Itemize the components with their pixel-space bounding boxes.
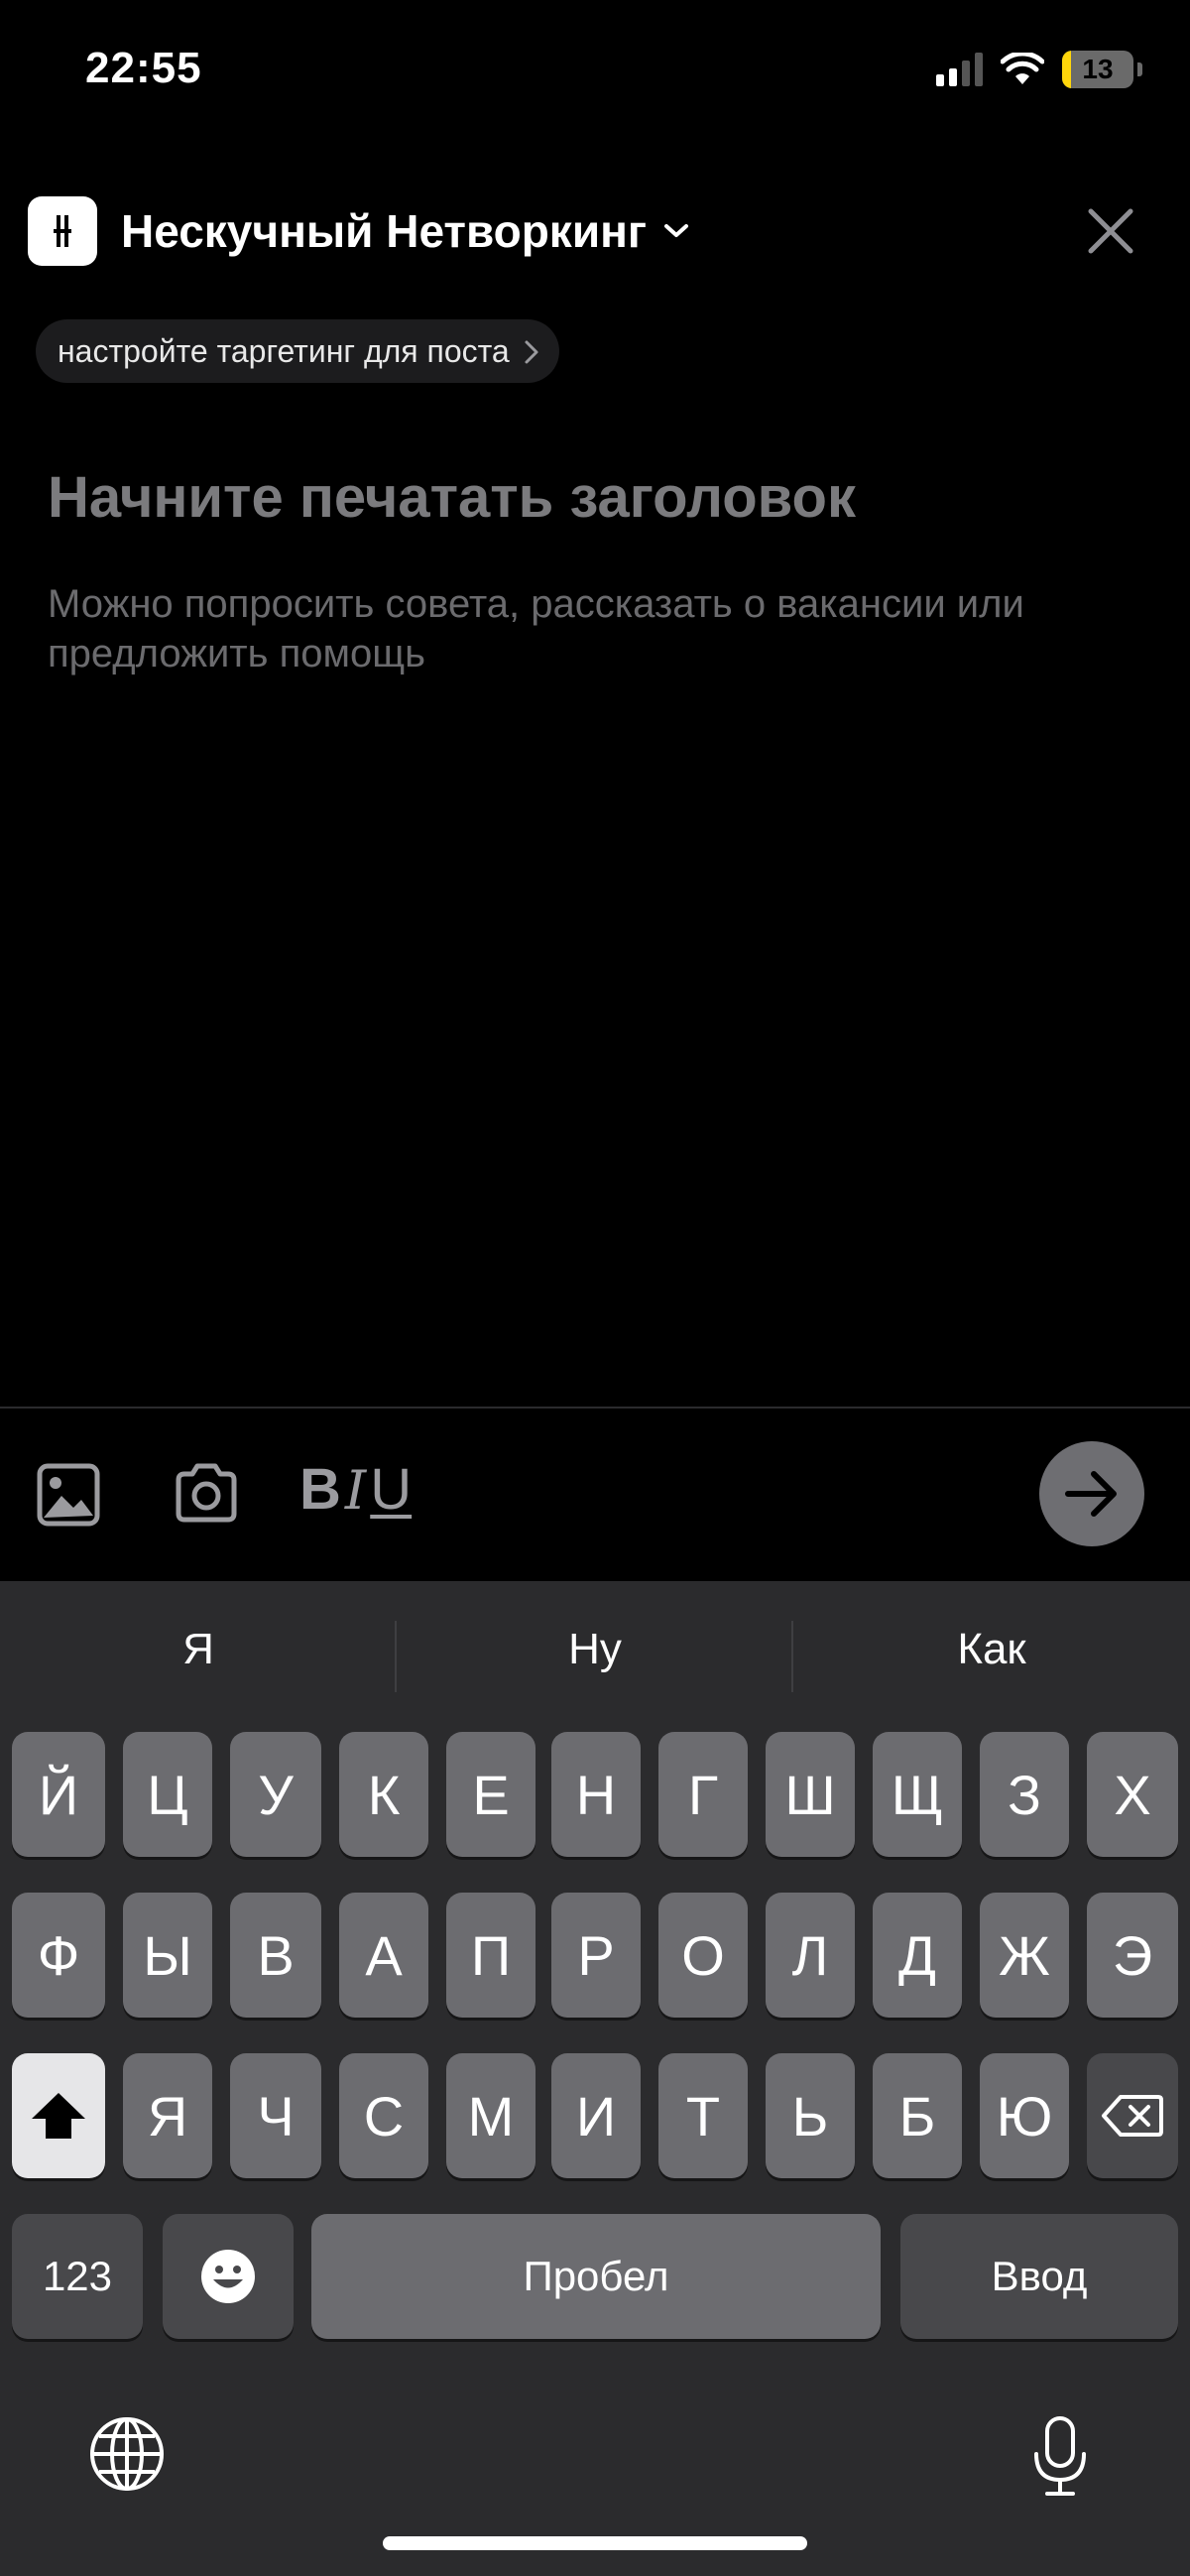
- suggestion-2[interactable]: Ну: [397, 1625, 793, 1674]
- key[interactable]: О: [658, 1893, 748, 2018]
- key[interactable]: Б: [873, 2053, 962, 2178]
- key[interactable]: Ы: [123, 1893, 212, 2018]
- community-logo[interactable]: [28, 196, 97, 266]
- suggestion-1[interactable]: Я: [0, 1625, 397, 1674]
- key[interactable]: Й: [12, 1732, 105, 1857]
- battery-tip: [1137, 62, 1142, 76]
- shift-key[interactable]: [12, 2053, 105, 2178]
- key[interactable]: З: [980, 1732, 1069, 1857]
- keyboard: Я Ну Как Й Ц У К Е Н Г Ш Щ З Х Ф Ы В А П…: [0, 1581, 1190, 2576]
- key[interactable]: Х: [1087, 1732, 1178, 1857]
- home-indicator[interactable]: [383, 2536, 807, 2550]
- image-icon[interactable]: [36, 1462, 101, 1528]
- send-button[interactable]: [1039, 1441, 1144, 1546]
- italic-button[interactable]: I: [345, 1459, 366, 1522]
- key[interactable]: Ф: [12, 1893, 105, 2018]
- key[interactable]: Ь: [766, 2053, 855, 2178]
- shift-icon: [32, 2093, 85, 2139]
- battery-icon: 13: [1062, 51, 1133, 88]
- key[interactable]: Э: [1087, 1893, 1178, 2018]
- backspace-icon: [1102, 2095, 1163, 2137]
- bold-button[interactable]: B: [299, 1456, 341, 1523]
- battery-percentage: 13: [1082, 54, 1114, 84]
- key[interactable]: И: [551, 2053, 641, 2178]
- key[interactable]: Щ: [873, 1732, 962, 1857]
- arrow-right-icon: [1065, 1471, 1117, 1517]
- key[interactable]: Л: [766, 1893, 855, 2018]
- close-icon[interactable]: [1083, 203, 1138, 259]
- camera-icon[interactable]: [173, 1462, 240, 1524]
- wifi-icon: [1001, 53, 1044, 84]
- key[interactable]: В: [230, 1893, 321, 2018]
- key[interactable]: Ч: [230, 2053, 321, 2178]
- post-body-input[interactable]: Можно попросить совета, рассказать о вак…: [48, 579, 1148, 678]
- community-name: Нескучный Нетворкинг: [121, 205, 648, 257]
- key[interactable]: Р: [551, 1893, 641, 2018]
- toolbar-divider: [0, 1407, 1190, 1409]
- targeting-label: настройте таргетинг для поста: [58, 332, 510, 369]
- key[interactable]: А: [339, 1893, 428, 2018]
- underline-button[interactable]: U: [370, 1456, 412, 1523]
- microphone-icon[interactable]: [1029, 2414, 1091, 2500]
- cellular-signal-icon: [936, 53, 983, 86]
- key[interactable]: Ж: [980, 1893, 1069, 2018]
- chevron-down-icon: [664, 224, 689, 237]
- key[interactable]: Т: [658, 2053, 748, 2178]
- key[interactable]: Е: [446, 1732, 536, 1857]
- community-selector[interactable]: Нескучный Нетворкинг: [121, 204, 690, 258]
- chevron-right-icon: [525, 340, 538, 364]
- key[interactable]: Я: [123, 2053, 212, 2178]
- status-indicators: 13: [936, 48, 1142, 91]
- key[interactable]: Ш: [766, 1732, 855, 1857]
- key[interactable]: С: [339, 2053, 428, 2178]
- emoji-key[interactable]: [163, 2214, 294, 2339]
- key[interactable]: К: [339, 1732, 428, 1857]
- key[interactable]: Д: [873, 1893, 962, 2018]
- community-logo-icon: [54, 215, 71, 247]
- suggestion-bar: Я Ну Как: [0, 1581, 1190, 1726]
- key[interactable]: П: [446, 1893, 536, 2018]
- return-key[interactable]: Ввод: [900, 2214, 1178, 2339]
- status-time: 22:55: [85, 44, 202, 92]
- key[interactable]: Ю: [980, 2053, 1069, 2178]
- key[interactable]: Г: [658, 1732, 748, 1857]
- text-format-group: B I U: [299, 1456, 412, 1523]
- key[interactable]: Н: [551, 1732, 641, 1857]
- suggestion-3[interactable]: Как: [793, 1625, 1190, 1674]
- key[interactable]: Ц: [123, 1732, 212, 1857]
- key[interactable]: М: [446, 2053, 536, 2178]
- numbers-key[interactable]: 123: [12, 2214, 143, 2339]
- emoji-icon: [201, 2250, 255, 2303]
- space-key[interactable]: Пробел: [311, 2214, 881, 2339]
- key[interactable]: У: [230, 1732, 321, 1857]
- targeting-chip[interactable]: настройте таргетинг для поста: [36, 319, 559, 383]
- post-title-input[interactable]: Начните печатать заголовок: [48, 464, 856, 531]
- globe-icon[interactable]: [87, 2414, 167, 2494]
- backspace-key[interactable]: [1087, 2053, 1178, 2178]
